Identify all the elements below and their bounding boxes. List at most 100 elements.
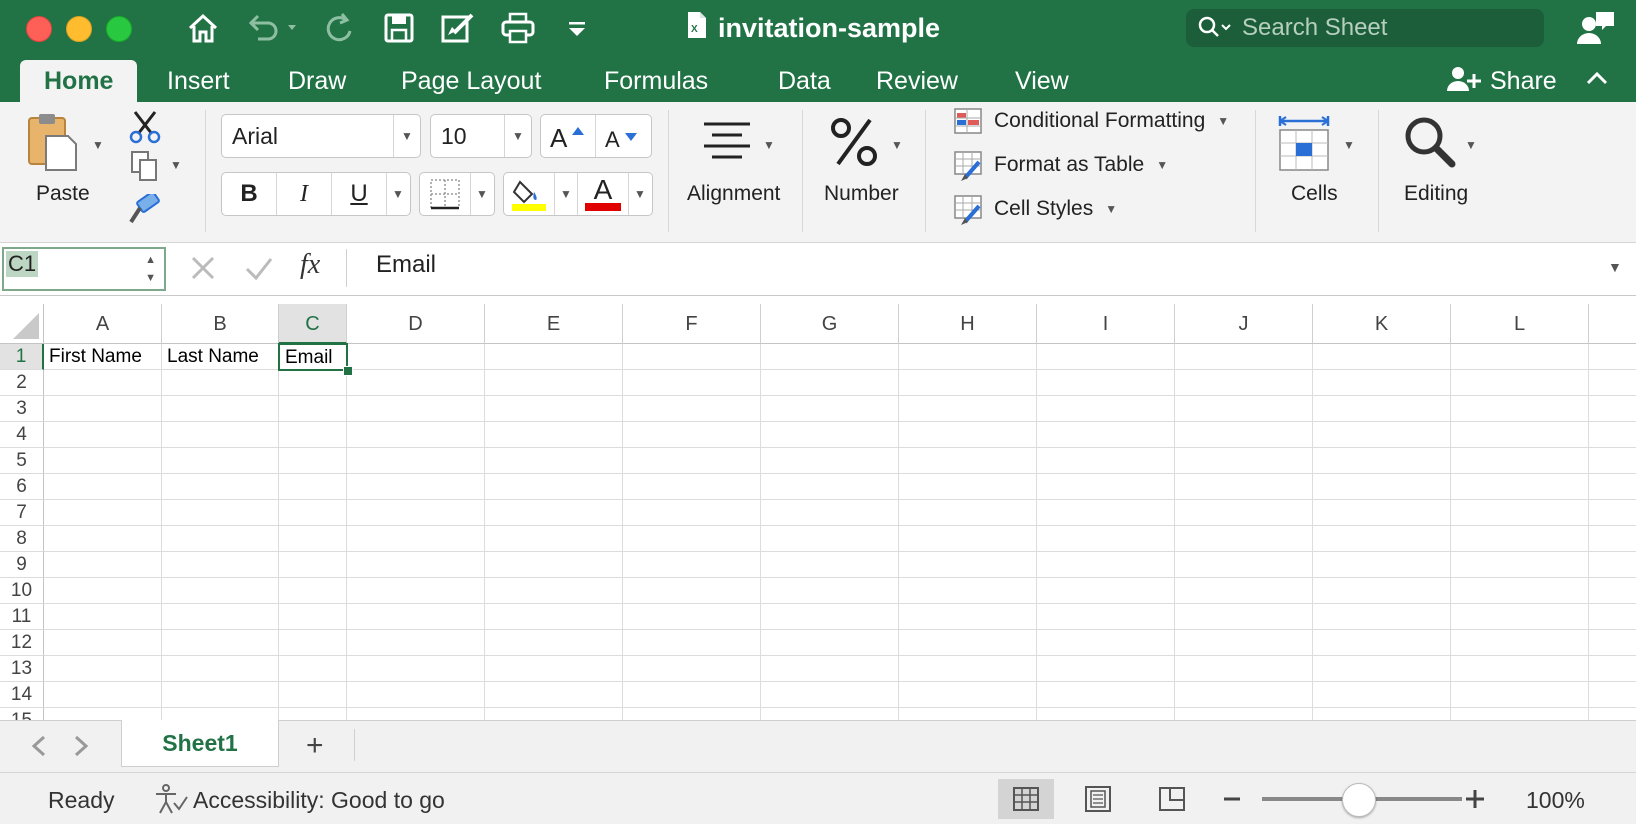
cell-i1[interactable] <box>1037 344 1175 370</box>
cell-e4[interactable] <box>485 422 623 448</box>
row-header-10[interactable]: 10 <box>0 578 44 604</box>
chevron-up-icon[interactable] <box>1585 68 1609 93</box>
share-button[interactable]: Share <box>1446 60 1557 102</box>
cell-b9[interactable] <box>162 552 279 578</box>
column-header-c[interactable]: C <box>279 304 347 344</box>
cell-j3[interactable] <box>1175 396 1313 422</box>
cell-k7[interactable] <box>1313 500 1451 526</box>
zoom-in-icon[interactable] <box>1464 787 1486 817</box>
conditional-formatting-button[interactable]: Conditional Formatting ▼ <box>994 104 1229 138</box>
cell-i12[interactable] <box>1037 630 1175 656</box>
cut-icon[interactable] <box>128 110 162 149</box>
cell-l1[interactable] <box>1451 344 1589 370</box>
column-header-j[interactable]: J <box>1175 304 1313 344</box>
paste-dropdown-icon[interactable]: ▼ <box>92 136 104 154</box>
cell-h4[interactable] <box>899 422 1037 448</box>
search-sheet-box[interactable] <box>1186 9 1544 47</box>
cell-g2[interactable] <box>761 370 899 396</box>
cell-f5[interactable] <box>623 448 761 474</box>
cell-i14[interactable] <box>1037 682 1175 708</box>
cell-e11[interactable] <box>485 604 623 630</box>
cell-filler[interactable] <box>1589 448 1636 474</box>
cell-c8[interactable] <box>279 526 347 552</box>
row-header-9[interactable]: 9 <box>0 552 44 578</box>
cell-g8[interactable] <box>761 526 899 552</box>
cell-filler[interactable] <box>1589 422 1636 448</box>
cell-l6[interactable] <box>1451 474 1589 500</box>
cell-e1[interactable] <box>485 344 623 370</box>
insert-function-button[interactable]: fx <box>300 249 320 281</box>
cell-a6[interactable] <box>44 474 162 500</box>
cell-i7[interactable] <box>1037 500 1175 526</box>
cell-g10[interactable] <box>761 578 899 604</box>
cell-j4[interactable] <box>1175 422 1313 448</box>
cell-f9[interactable] <box>623 552 761 578</box>
font-size-combo[interactable]: 10 ▼ <box>430 114 532 158</box>
font-color-dropdown[interactable]: ▼ <box>629 173 651 215</box>
cell-d15[interactable] <box>347 708 485 720</box>
cell-h11[interactable] <box>899 604 1037 630</box>
cell-h2[interactable] <box>899 370 1037 396</box>
cell-b14[interactable] <box>162 682 279 708</box>
borders-dropdown[interactable]: ▼ <box>471 173 493 215</box>
cell-f4[interactable] <box>623 422 761 448</box>
cell-g15[interactable] <box>761 708 899 720</box>
cell-l2[interactable] <box>1451 370 1589 396</box>
cell-j14[interactable] <box>1175 682 1313 708</box>
editing-dropdown[interactable]: ▼ <box>1465 136 1477 154</box>
alignment-label[interactable]: Alignment <box>687 182 780 206</box>
cell-b6[interactable] <box>162 474 279 500</box>
print-icon[interactable] <box>500 10 536 46</box>
paste-label[interactable]: Paste <box>36 182 90 206</box>
cell-f8[interactable] <box>623 526 761 552</box>
chevron-down-icon[interactable]: ▼ <box>393 115 420 157</box>
copy-icon[interactable] <box>130 150 160 189</box>
tab-insert[interactable]: Insert <box>167 60 230 102</box>
cell-i9[interactable] <box>1037 552 1175 578</box>
cell-l10[interactable] <box>1451 578 1589 604</box>
tab-formulas[interactable]: Formulas <box>604 60 708 102</box>
cell-i15[interactable] <box>1037 708 1175 720</box>
edit-icon[interactable] <box>440 10 476 46</box>
cell-g11[interactable] <box>761 604 899 630</box>
cell-a1[interactable]: First Name <box>44 344 162 370</box>
cell-g13[interactable] <box>761 656 899 682</box>
copy-dropdown-icon[interactable]: ▼ <box>170 156 182 174</box>
cell-f3[interactable] <box>623 396 761 422</box>
cell-l12[interactable] <box>1451 630 1589 656</box>
column-header-e[interactable]: E <box>485 304 623 344</box>
cell-c5[interactable] <box>279 448 347 474</box>
cell-j15[interactable] <box>1175 708 1313 720</box>
column-header-d[interactable]: D <box>347 304 485 344</box>
zoom-slider-knob[interactable] <box>1342 783 1376 817</box>
row-header-3[interactable]: 3 <box>0 396 44 422</box>
cell-filler[interactable] <box>1589 370 1636 396</box>
accessibility-status[interactable]: Accessibility: Good to go <box>193 787 445 814</box>
column-header-b[interactable]: B <box>162 304 279 344</box>
editing-label[interactable]: Editing <box>1404 182 1468 206</box>
column-header-g[interactable]: G <box>761 304 899 344</box>
cell-h12[interactable] <box>899 630 1037 656</box>
cell-f6[interactable] <box>623 474 761 500</box>
cell-d1[interactable] <box>347 344 485 370</box>
format-as-table-button[interactable]: Format as Table ▼ <box>994 148 1168 182</box>
cell-filler[interactable] <box>1589 396 1636 422</box>
accessibility-icon[interactable] <box>154 783 188 821</box>
cell-e8[interactable] <box>485 526 623 552</box>
italic-button[interactable]: I <box>277 173 332 215</box>
cell-l7[interactable] <box>1451 500 1589 526</box>
normal-view-icon[interactable] <box>998 779 1054 819</box>
cell-j1[interactable] <box>1175 344 1313 370</box>
cell-k2[interactable] <box>1313 370 1451 396</box>
paste-icon[interactable] <box>26 112 78 179</box>
cell-j13[interactable] <box>1175 656 1313 682</box>
percent-icon[interactable] <box>828 114 882 175</box>
cell-k10[interactable] <box>1313 578 1451 604</box>
cell-k11[interactable] <box>1313 604 1451 630</box>
cell-e13[interactable] <box>485 656 623 682</box>
cell-j5[interactable] <box>1175 448 1313 474</box>
borders-icon[interactable] <box>420 173 471 215</box>
cell-d7[interactable] <box>347 500 485 526</box>
alignment-dropdown[interactable]: ▼ <box>763 136 775 154</box>
cell-d2[interactable] <box>347 370 485 396</box>
